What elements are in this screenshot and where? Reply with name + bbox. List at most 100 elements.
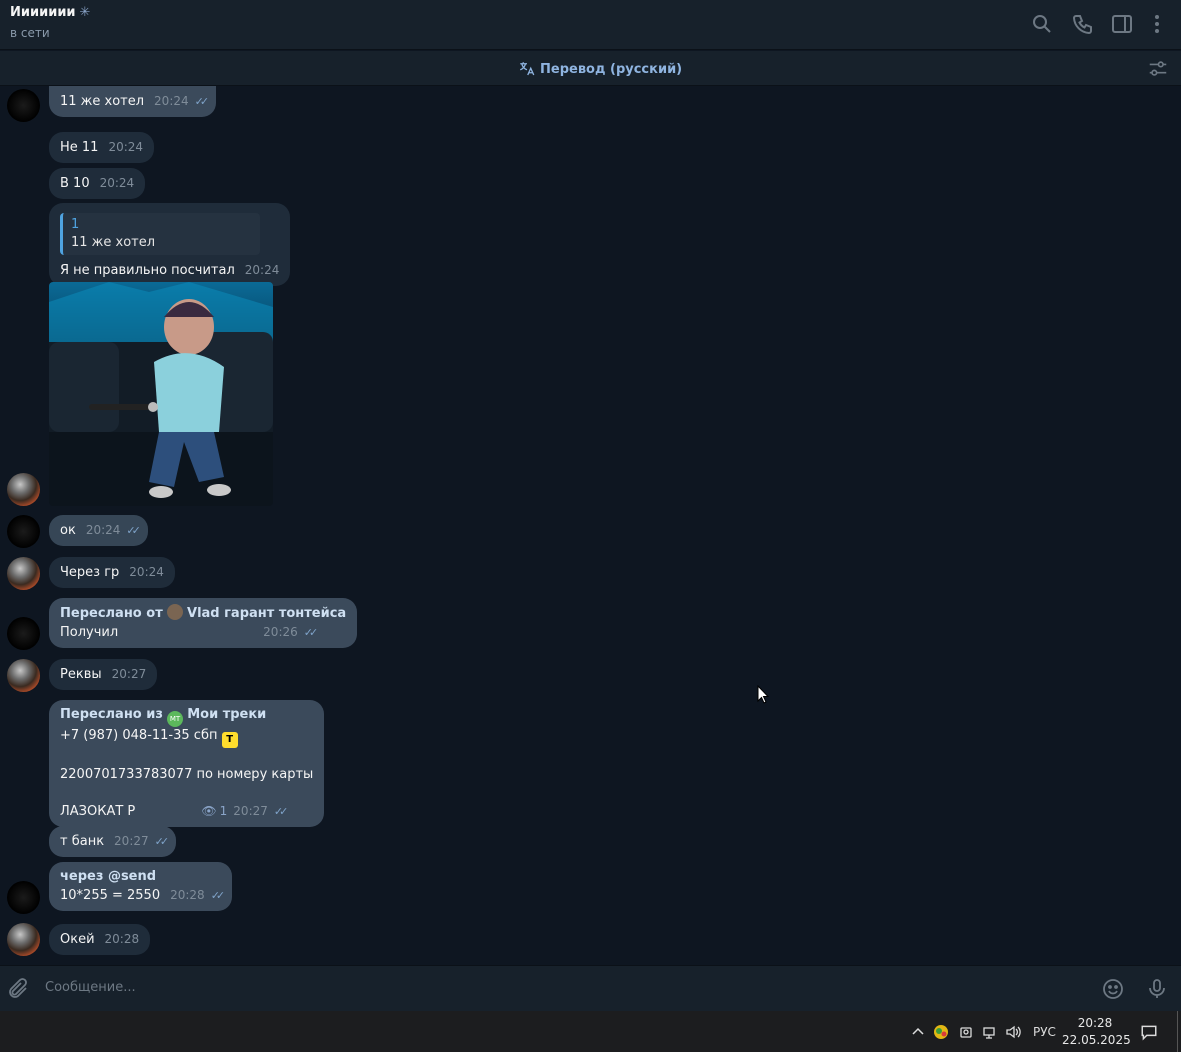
translate-settings-icon[interactable] bbox=[1147, 58, 1169, 80]
double-check-icon: ✓✓ bbox=[154, 835, 170, 848]
language-indicator[interactable]: РУС bbox=[1033, 1011, 1056, 1052]
message-text: 10*255 = 2550 bbox=[60, 888, 161, 903]
message-time: 20:24 bbox=[85, 523, 121, 537]
message-time: 20:24 bbox=[154, 94, 189, 108]
message-bubble[interactable]: т банк 20:27 ✓✓ bbox=[49, 826, 177, 857]
mouse-cursor-icon bbox=[757, 685, 769, 704]
avatar[interactable] bbox=[7, 557, 40, 590]
double-check-icon: ✓✓ bbox=[273, 805, 289, 818]
message-time: 20:24 bbox=[129, 565, 164, 579]
network-icon[interactable] bbox=[982, 1011, 998, 1052]
double-check-icon: ✓✓ bbox=[303, 626, 319, 639]
attach-icon[interactable] bbox=[6, 977, 30, 1001]
message-time: 20:27 bbox=[233, 804, 268, 818]
message-text: Реквы bbox=[60, 667, 102, 682]
reply-text: 11 же хотел bbox=[71, 235, 156, 250]
message-time: 20:27 bbox=[114, 834, 149, 848]
double-check-icon: ✓✓ bbox=[210, 889, 226, 902]
views-count: 👁 1 bbox=[201, 804, 228, 818]
volume-icon[interactable] bbox=[1005, 1011, 1021, 1052]
message-time: 20:28 bbox=[170, 888, 205, 902]
translate-bar: Перевод (русский) bbox=[0, 51, 1181, 86]
app-tray-icon[interactable] bbox=[933, 1011, 949, 1052]
more-menu-icon[interactable] bbox=[1145, 12, 1169, 36]
chat-title[interactable]: Иииииии ✳ bbox=[10, 5, 90, 20]
sparkle-icon: ✳ bbox=[79, 5, 91, 20]
avatar[interactable] bbox=[7, 923, 40, 956]
message-bubble[interactable]: ок 20:24 ✓✓ bbox=[49, 515, 148, 546]
message-text: Я не правильно посчитал bbox=[60, 263, 235, 278]
translate-label: Перевод (русский) bbox=[540, 61, 683, 77]
forward-avatar bbox=[166, 604, 183, 620]
eye-icon: 👁 bbox=[201, 804, 217, 818]
message-time: 20:24 bbox=[244, 263, 280, 277]
message-line: +7 (987) 048-11-35 сбп bbox=[60, 728, 218, 743]
message-bubble[interactable]: через @send 10*255 = 2550 20:28 ✓✓ bbox=[49, 862, 233, 911]
avatar[interactable] bbox=[7, 473, 40, 506]
forward-label: Переслано из bbox=[60, 707, 163, 722]
message-text: Через гр bbox=[60, 565, 120, 580]
forwarded-message[interactable]: Переслано от Vlad гарант тонтейса Получи… bbox=[49, 598, 358, 648]
message-time: 20:24 bbox=[99, 176, 135, 190]
message-bubble[interactable]: Реквы 20:27 bbox=[49, 659, 158, 690]
message-input[interactable]: Сообщение... bbox=[45, 980, 136, 995]
clock-date: 22.05.2025 bbox=[1062, 1033, 1131, 1047]
windows-taskbar: РУС 20:28 22.05.2025 bbox=[0, 1011, 1181, 1052]
message-bubble[interactable]: 1 11 же хотел Я не правильно посчитал 20:… bbox=[49, 203, 291, 286]
show-desktop-divider[interactable] bbox=[1177, 1011, 1178, 1052]
forward-name: Мои треки bbox=[187, 707, 267, 722]
emoji-icon[interactable] bbox=[1101, 977, 1125, 1001]
meet-now-icon[interactable] bbox=[958, 1011, 974, 1052]
tbank-icon: T bbox=[221, 732, 238, 748]
message-text: 11 же хотел bbox=[60, 94, 145, 109]
avatar[interactable] bbox=[7, 881, 40, 914]
translate-button[interactable]: Перевод (русский) bbox=[518, 60, 682, 78]
message-text: Получил bbox=[60, 625, 119, 640]
phone-icon[interactable] bbox=[1071, 12, 1095, 36]
message-time: 20:24 bbox=[108, 140, 144, 154]
message-time: 20:26 bbox=[263, 625, 298, 639]
forward-avatar: MT bbox=[167, 711, 184, 727]
message-text: Окей bbox=[60, 932, 95, 947]
forwarded-message[interactable]: Переслано из MT Мои треки +7 (987) 048-1… bbox=[49, 700, 325, 827]
show-hidden-icons-icon[interactable] bbox=[910, 1011, 926, 1052]
forward-header[interactable]: Переслано от Vlad гарант тонтейса bbox=[60, 604, 346, 623]
message-line: 2200701733783077 по номеру карты bbox=[60, 767, 314, 782]
avatar[interactable] bbox=[7, 89, 40, 122]
message-text: ок bbox=[60, 523, 76, 538]
forward-name: Vlad гарант тонтейса bbox=[187, 606, 347, 621]
double-check-icon: ✓✓ bbox=[194, 95, 210, 108]
reply-author: 1 bbox=[71, 217, 80, 232]
forward-label: Переслано от bbox=[60, 606, 163, 621]
message-input-bar: Сообщение... bbox=[0, 965, 1181, 1011]
avatar[interactable] bbox=[7, 659, 40, 692]
avatar[interactable] bbox=[7, 617, 40, 650]
forward-header[interactable]: Переслано из MT Мои треки bbox=[60, 706, 313, 727]
clock-time: 20:28 bbox=[1077, 1016, 1113, 1030]
message-time: 20:28 bbox=[104, 932, 140, 946]
message-time: 20:27 bbox=[111, 667, 147, 681]
message-bubble[interactable]: Через гр 20:24 bbox=[49, 557, 175, 588]
message-text: Не 11 bbox=[60, 140, 99, 155]
reply-quote[interactable]: 1 11 же хотел bbox=[60, 213, 260, 255]
message-text: В 10 bbox=[60, 176, 90, 191]
message-title: через @send bbox=[60, 869, 157, 884]
photo-image bbox=[49, 282, 273, 506]
taskbar-clock[interactable]: 20:28 22.05.2025 bbox=[1062, 1015, 1131, 1049]
message-bubble[interactable]: Не 11 20:24 bbox=[49, 132, 155, 163]
message-text: т банк bbox=[60, 834, 105, 849]
message-bubble[interactable]: Окей 20:28 bbox=[49, 924, 151, 955]
double-check-icon: ✓✓ bbox=[126, 524, 141, 537]
avatar[interactable] bbox=[7, 515, 40, 548]
message-bubble[interactable]: 11 же хотел 20:24 ✓✓ bbox=[49, 86, 217, 117]
message-bubble[interactable]: В 10 20:24 bbox=[49, 168, 146, 199]
message-line: ЛАЗОКАТ Р bbox=[60, 804, 136, 819]
microphone-icon[interactable] bbox=[1145, 977, 1169, 1001]
sidebar-toggle-icon[interactable] bbox=[1110, 12, 1134, 36]
message-list[interactable]: 11 же хотел 20:24 ✓✓ Не 11 20:24 В 10 20:24 … bbox=[0, 86, 1181, 965]
search-icon[interactable] bbox=[1030, 12, 1054, 36]
notifications-icon[interactable] bbox=[1140, 1011, 1158, 1052]
chat-header: Иииииии ✳ в сети bbox=[0, 0, 1181, 50]
chat-status: в сети bbox=[10, 26, 50, 40]
photo-message[interactable] bbox=[49, 282, 273, 506]
